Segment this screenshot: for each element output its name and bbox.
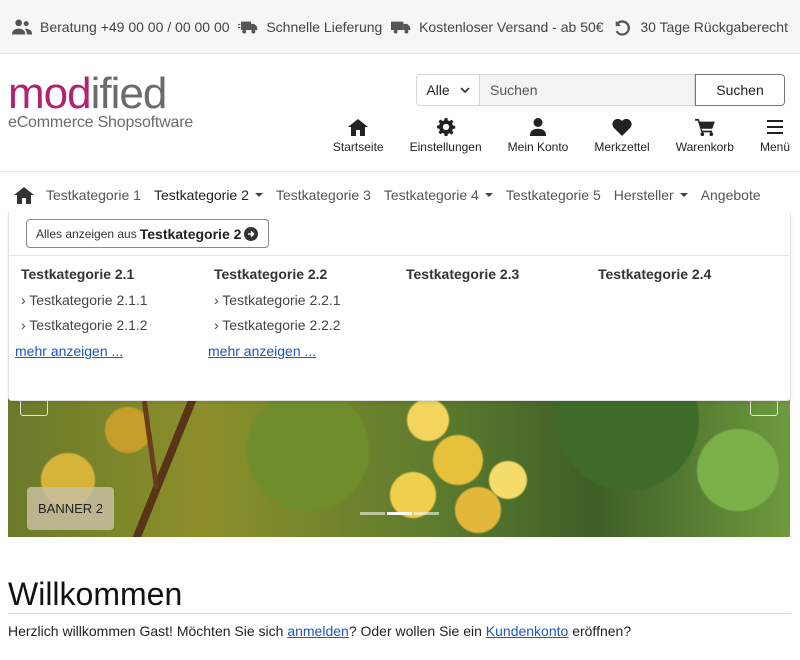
nav-startseite[interactable]: Startseite [320, 118, 397, 154]
dropdown-subcategory-link[interactable]: › Testkategorie 2.2.1 [214, 292, 341, 308]
search-button[interactable]: Suchen [695, 74, 785, 106]
category-item-label: Hersteller [613, 187, 674, 203]
welcome-section: Willkommen Herzlich willkommen Gast! Möc… [8, 577, 791, 639]
category-home-link[interactable] [14, 186, 34, 204]
category-item-label: Testkategorie 3 [275, 187, 371, 203]
topbar-item-consulting: Beratung +49 00 00 / 00 00 00 [12, 18, 230, 36]
users-icon [12, 19, 32, 34]
dropdown-column-heading[interactable]: Testkategorie 2.2 [214, 266, 341, 282]
category-item-manufacturer[interactable]: Hersteller [614, 187, 688, 203]
category-item-4[interactable]: Testkategorie 4 [384, 187, 493, 203]
caret-down-icon [254, 193, 263, 197]
arrow-circle-right-icon [244, 227, 258, 241]
topbar-item-fast-delivery: Schnelle Lieferung [238, 18, 382, 36]
site-logo[interactable]: modified eCommerce Shopsoftware [8, 72, 194, 132]
show-more-link[interactable]: mehr anzeigen ... [15, 343, 148, 359]
welcome-text: Herzlich willkommen Gast! Möchten Sie si… [8, 623, 791, 639]
nav-merkzettel[interactable]: Merkzettel [581, 118, 662, 154]
top-info-bar: Beratung +49 00 00 / 00 00 00 Schnelle L… [0, 0, 800, 54]
banner-vine-stem [141, 400, 160, 490]
search-bar: Alle Suchen [416, 74, 785, 106]
category-item-2[interactable]: Testkategorie 2 [154, 187, 263, 203]
nav-einstellungen-label: Einstellungen [409, 140, 482, 154]
chevron-down-icon [460, 86, 470, 93]
welcome-text-part: Herzlich willkommen Gast! Möchten Sie si… [8, 623, 288, 639]
dropdown-column-3: Testkategorie 2.3 [400, 266, 519, 292]
category-item-offers[interactable]: Angebote [701, 187, 761, 203]
dropdown-column-1: Testkategorie 2.1 › Testkategorie 2.1.1 … [15, 266, 148, 359]
gear-icon [436, 118, 455, 136]
search-category-select[interactable]: Alle [416, 74, 480, 106]
nav-menu-label: Menü [759, 140, 790, 154]
topbar-item-free-shipping: Kostenloser Versand - ab 50€ [391, 18, 604, 36]
user-icon [529, 118, 547, 136]
dropdown-divider [9, 255, 790, 256]
topbar-return-label: 30 Tage Rückgaberecht [640, 18, 788, 35]
dropdown-column-heading[interactable]: Testkategorie 2.3 [406, 266, 519, 282]
dropdown-column-heading[interactable]: Testkategorie 2.1 [21, 266, 148, 282]
banner-vine-stem [126, 394, 198, 537]
dropdown-subcategory-link[interactable]: › Testkategorie 2.1.1 [21, 292, 148, 308]
category-item-label: Angebote [700, 187, 761, 203]
menu-icon [766, 120, 783, 134]
nav-menu[interactable]: Menü [747, 118, 790, 154]
nav-mein-konto[interactable]: Mein Konto [495, 118, 582, 154]
welcome-text-part: ? Oder wollen Sie ein [348, 623, 486, 639]
welcome-title: Willkommen [8, 577, 791, 614]
home-icon [14, 187, 34, 204]
topbar-fast-delivery-label: Schnelle Lieferung [266, 18, 383, 35]
logo-part-1: mod [8, 69, 92, 118]
dropdown-subcategory-link[interactable]: › Testkategorie 2.2.2 [214, 317, 341, 333]
show-more-link[interactable]: mehr anzeigen ... [208, 343, 341, 359]
slider-indicator-2[interactable] [387, 512, 412, 515]
nav-warenkorb-label: Warenkorb [675, 140, 734, 154]
create-account-link[interactable]: Kundenkonto [486, 623, 569, 639]
logo-tagline: eCommerce Shopsoftware [8, 114, 194, 131]
topbar-consulting-label: Beratung +49 00 00 / 00 00 00 [40, 18, 230, 35]
caret-down-icon [679, 193, 688, 197]
nav-mein-konto-label: Mein Konto [507, 140, 569, 154]
category-item-label: Testkategorie 2 [153, 187, 249, 203]
truck-icon [391, 21, 411, 34]
heart-icon [612, 118, 632, 136]
category-item-3[interactable]: Testkategorie 3 [276, 187, 371, 203]
logo-part-2: ified [90, 69, 168, 118]
category-item-1[interactable]: Testkategorie 1 [46, 187, 141, 203]
dropdown-column-4: Testkategorie 2.4 [592, 266, 711, 292]
banner-label[interactable]: BANNER 2 [27, 487, 114, 530]
truck-fast-icon [238, 21, 258, 34]
category-item-5[interactable]: Testkategorie 5 [506, 187, 601, 203]
dropdown-column-heading[interactable]: Testkategorie 2.4 [598, 266, 711, 282]
caret-down-icon [484, 193, 493, 197]
slider-indicator-1[interactable] [360, 512, 385, 515]
cart-icon [694, 118, 715, 136]
search-category-value: Alle [426, 82, 450, 98]
show-all-category-button[interactable]: Alles anzeigen aus Testkategorie 2 [26, 219, 269, 248]
topbar-free-shipping-label: Kostenloser Versand - ab 50€ [419, 18, 604, 35]
site-header: modified eCommerce Shopsoftware Alle Suc… [0, 54, 800, 172]
slider-indicator-3[interactable] [414, 512, 439, 515]
show-all-prefix: Alles anzeigen aus [36, 226, 137, 241]
category-dropdown-panel: Alles anzeigen aus Testkategorie 2 Testk… [8, 212, 791, 401]
welcome-text-part: eröffnen? [568, 623, 632, 639]
topbar-item-return: 30 Tage Rückgaberecht [612, 18, 788, 36]
category-item-label: Testkategorie 1 [46, 187, 141, 203]
show-all-category-name: Testkategorie 2 [139, 225, 242, 242]
nav-merkzettel-label: Merkzettel [594, 140, 650, 154]
category-item-label: Testkategorie 4 [383, 187, 479, 203]
nav-einstellungen[interactable]: Einstellungen [397, 118, 495, 154]
nav-warenkorb[interactable]: Warenkorb [663, 118, 747, 154]
category-item-label: Testkategorie 5 [505, 187, 601, 203]
login-link[interactable]: anmelden [287, 623, 349, 639]
dropdown-column-2: Testkategorie 2.2 › Testkategorie 2.2.1 … [208, 266, 341, 359]
logo-wordmark: modified [8, 72, 193, 116]
header-icon-nav: Startseite Einstellungen Mein Konto Merk… [320, 118, 790, 154]
home-icon [348, 119, 369, 136]
nav-startseite-label: Startseite [332, 140, 384, 154]
search-input[interactable] [480, 74, 695, 106]
undo-icon [616, 19, 631, 36]
slider-indicators [360, 512, 439, 515]
dropdown-subcategory-link[interactable]: › Testkategorie 2.1.2 [21, 317, 148, 333]
